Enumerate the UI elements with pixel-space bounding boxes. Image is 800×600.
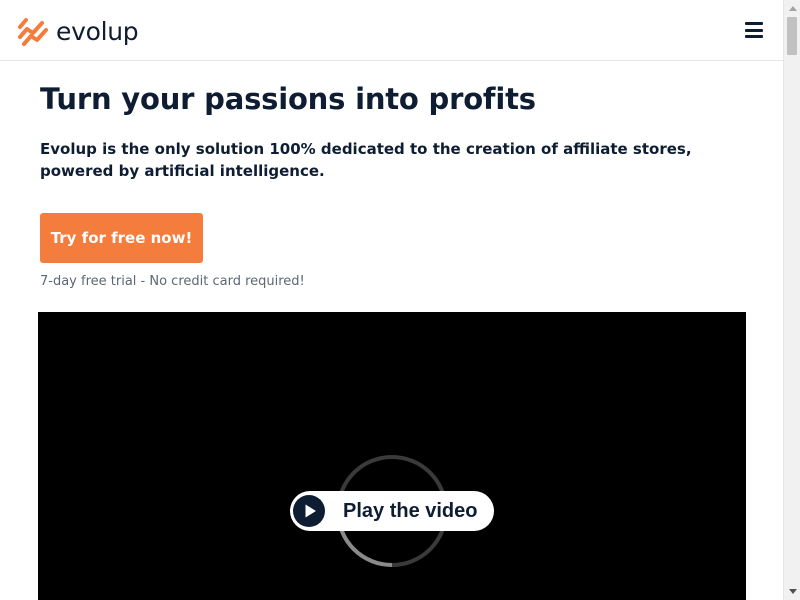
vertical-scrollbar[interactable] xyxy=(783,0,800,600)
scroll-down-arrow-icon[interactable] xyxy=(784,583,800,600)
evolup-logo-icon xyxy=(18,18,48,46)
scroll-up-arrow-icon[interactable] xyxy=(784,0,800,17)
trial-note: 7-day free trial - No credit card requir… xyxy=(40,274,305,289)
page-title: Turn your passions into profits xyxy=(40,82,536,116)
logo-link[interactable]: evolup xyxy=(16,15,139,47)
play-video-label: Play the video xyxy=(343,499,478,522)
hero-subtitle: Evolup is the only solution 100% dedicat… xyxy=(40,140,692,180)
play-icon xyxy=(293,495,325,527)
hamburger-menu-icon[interactable] xyxy=(745,22,763,38)
page-viewport: evolup Turn your passions into profits E… xyxy=(0,0,783,600)
brand-name: evolup xyxy=(56,16,139,46)
scrollbar-thumb[interactable] xyxy=(787,17,797,55)
try-free-button[interactable]: Try for free now! xyxy=(40,213,203,263)
site-header: evolup xyxy=(0,0,783,61)
video-player[interactable]: Play the video xyxy=(38,312,746,600)
play-video-button[interactable]: Play the video xyxy=(290,491,494,531)
